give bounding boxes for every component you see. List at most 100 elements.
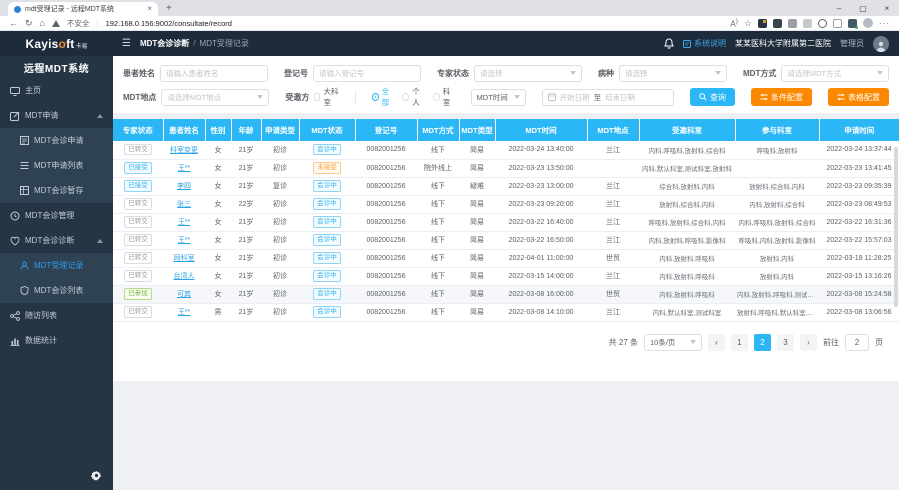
search-button[interactable]: 查询 bbox=[690, 88, 735, 106]
sidebar-item-followup-list[interactable]: 随访列表 bbox=[0, 303, 113, 328]
security-warning-icon[interactable] bbox=[52, 20, 60, 27]
col-joined-depts: 参与科室 bbox=[735, 119, 819, 141]
back-icon[interactable]: ← bbox=[9, 19, 18, 28]
prev-page-button[interactable]: ‹ bbox=[708, 334, 725, 351]
page-button-3[interactable]: 3 bbox=[777, 334, 794, 351]
bar-chart-icon bbox=[10, 336, 20, 346]
patient-name-link[interactable]: 王** bbox=[178, 309, 190, 316]
search-icon bbox=[699, 93, 707, 101]
settings-gear-icon[interactable] bbox=[91, 470, 102, 483]
mdt-mode-label: MDT方式 bbox=[743, 68, 776, 79]
status-badge: 会诊中 bbox=[313, 216, 341, 227]
time-type-select[interactable]: MDT时间 bbox=[471, 89, 526, 106]
sidebar-item-mdt-diagnosis[interactable]: MDT会诊诊断 bbox=[0, 228, 113, 253]
mdt-location-select[interactable]: 请选择MDT地点 bbox=[161, 89, 269, 106]
records-table-card: 专家状态 患者姓名 性别 年龄 申请类型 MDT状态 登记号 MDT方式 MDT… bbox=[113, 119, 899, 381]
page-size-select[interactable]: 10条/页 bbox=[644, 334, 702, 351]
next-page-button[interactable]: › bbox=[800, 334, 817, 351]
patient-name-link[interactable]: 台湾人 bbox=[174, 273, 195, 280]
register-no-input[interactable]: 请输入登记号 bbox=[313, 65, 421, 82]
shield-icon bbox=[20, 286, 29, 295]
sidebar-item-mdt-consult-list[interactable]: MDT会诊列表 bbox=[0, 278, 113, 303]
patient-name-link[interactable]: 张三 bbox=[177, 201, 191, 208]
tab-strip: mdt受理记录 - 远程MDT系统 × + – ▢ × bbox=[0, 0, 899, 16]
patient-name-link[interactable]: 同科室 bbox=[174, 255, 195, 262]
new-tab-button[interactable]: + bbox=[166, 3, 172, 15]
header-actions: 系统说明 某某医科大学附属第二医院 管理员 bbox=[664, 36, 899, 52]
patient-name-link[interactable]: 王** bbox=[178, 165, 190, 172]
status-badge: 会诊中 bbox=[313, 270, 341, 281]
patient-name-input[interactable]: 请输入患者姓名 bbox=[160, 65, 268, 82]
status-badge: 会诊中 bbox=[313, 306, 341, 317]
favorite-star-icon[interactable]: ☆ bbox=[744, 19, 752, 28]
sidebar-item-home[interactable]: 主页 bbox=[0, 78, 113, 103]
patient-name-link[interactable]: 王** bbox=[178, 219, 190, 226]
minimize-icon[interactable]: – bbox=[827, 0, 851, 16]
register-no-label: 登记号 bbox=[284, 68, 308, 79]
chevron-down-icon bbox=[715, 71, 721, 75]
close-icon[interactable]: × bbox=[875, 0, 899, 16]
expert-status-select[interactable]: 请选择 bbox=[474, 65, 582, 82]
patient-name-link[interactable]: 王** bbox=[178, 237, 190, 244]
patient-name-link[interactable]: 可其 bbox=[177, 291, 191, 298]
read-aloud-icon[interactable]: A) bbox=[730, 18, 738, 29]
sidebar-item-mdt-manage[interactable]: MDT会诊管理 bbox=[0, 203, 113, 228]
sidebar-item-mdt-apply-list[interactable]: MDT申请列表 bbox=[0, 153, 113, 178]
extension-icon[interactable] bbox=[803, 19, 812, 28]
table-row: 已转交王**女21岁初诊会诊中0082001256线下简易2022-03-22 … bbox=[113, 213, 899, 231]
extension-icon[interactable] bbox=[773, 19, 782, 28]
sidebar-item-mdt-consult-apply[interactable]: MDT会诊申请 bbox=[0, 128, 113, 153]
records-table: 专家状态 患者姓名 性别 年龄 申请类型 MDT状态 登记号 MDT方式 MDT… bbox=[113, 119, 899, 322]
patient-name-link[interactable]: 科室变更 bbox=[170, 147, 198, 154]
sidebar-item-statistics[interactable]: 数据统计 bbox=[0, 328, 113, 353]
user-avatar[interactable] bbox=[873, 36, 889, 52]
system-help-link[interactable]: 系统说明 bbox=[683, 38, 726, 49]
col-mdt-location: MDT地点 bbox=[587, 119, 639, 141]
refresh-icon[interactable]: ↻ bbox=[25, 19, 33, 28]
address-bar: ← ↻ ⌂ 不安全 | 192.168.0.156:9002/consultat… bbox=[0, 16, 899, 31]
split-screen-icon[interactable] bbox=[833, 19, 842, 28]
big-department-checkbox[interactable]: 大科室 bbox=[314, 86, 339, 108]
url-text[interactable]: 192.168.0.156:9002/consultate/record bbox=[106, 19, 232, 28]
browser-tab[interactable]: mdt受理记录 - 远程MDT系统 × bbox=[8, 2, 158, 16]
maximize-icon[interactable]: ▢ bbox=[851, 0, 875, 16]
heart-icon bbox=[10, 236, 20, 246]
browser-profile-avatar[interactable] bbox=[863, 18, 873, 28]
col-invited-depts: 受邀科室 bbox=[639, 119, 735, 141]
document-icon bbox=[683, 40, 691, 48]
col-apply-time: 申请时间 bbox=[819, 119, 899, 141]
radio-all[interactable]: 全部 bbox=[372, 86, 394, 108]
condition-config-button[interactable]: 条件配置 bbox=[751, 88, 812, 106]
chevron-up-icon bbox=[97, 239, 103, 243]
table-row: 已转交科室变更女21岁初诊会诊中0082001256线下简易2022-03-24… bbox=[113, 141, 899, 159]
page-button-2[interactable]: 2 bbox=[754, 334, 771, 351]
extension-icon[interactable] bbox=[758, 19, 767, 28]
table-config-button[interactable]: 表格配置 bbox=[828, 88, 889, 106]
browser-home-icon[interactable]: ⌂ bbox=[40, 19, 45, 28]
sidebar-item-mdt-record[interactable]: MDT受理记录 bbox=[0, 253, 113, 278]
extension-icon[interactable] bbox=[788, 19, 797, 28]
scrollbar-thumb[interactable] bbox=[894, 147, 898, 307]
page-button-1[interactable]: 1 bbox=[731, 334, 748, 351]
sidebar-item-mdt-consult-draft[interactable]: MDT会诊暂存 bbox=[0, 178, 113, 203]
date-range-picker[interactable]: 开始日期 至 结束日期 bbox=[542, 89, 674, 106]
radio-personal[interactable]: 个人 bbox=[402, 86, 424, 108]
bell-icon[interactable] bbox=[664, 38, 674, 49]
list-icon bbox=[20, 161, 29, 170]
extensions-puzzle-icon[interactable] bbox=[848, 19, 857, 28]
disease-select[interactable]: 请选择 bbox=[619, 65, 727, 82]
app-logo: Kayisoft 卡易 bbox=[0, 37, 113, 51]
sidebar-item-mdt-apply[interactable]: MDT申请 bbox=[0, 103, 113, 128]
extension-icon[interactable] bbox=[818, 19, 827, 28]
browser-menu-icon[interactable]: ··· bbox=[879, 19, 890, 28]
collapse-menu-icon[interactable]: ☰ bbox=[122, 39, 131, 49]
radio-department[interactable]: 科室 bbox=[433, 86, 455, 108]
mdt-mode-select[interactable]: 请选择MDT方式 bbox=[781, 65, 889, 82]
table-row: 已转交张三女22岁初诊会诊中0082001256线下简易2022-03-23 0… bbox=[113, 195, 899, 213]
col-mdt-mode: MDT方式 bbox=[417, 119, 459, 141]
goto-unit: 页 bbox=[875, 337, 883, 348]
tab-close-icon[interactable]: × bbox=[147, 5, 152, 13]
patient-name-link[interactable]: 李四 bbox=[177, 183, 191, 190]
goto-page-input[interactable] bbox=[845, 334, 869, 351]
logo-text: Kayisoft bbox=[26, 37, 75, 51]
